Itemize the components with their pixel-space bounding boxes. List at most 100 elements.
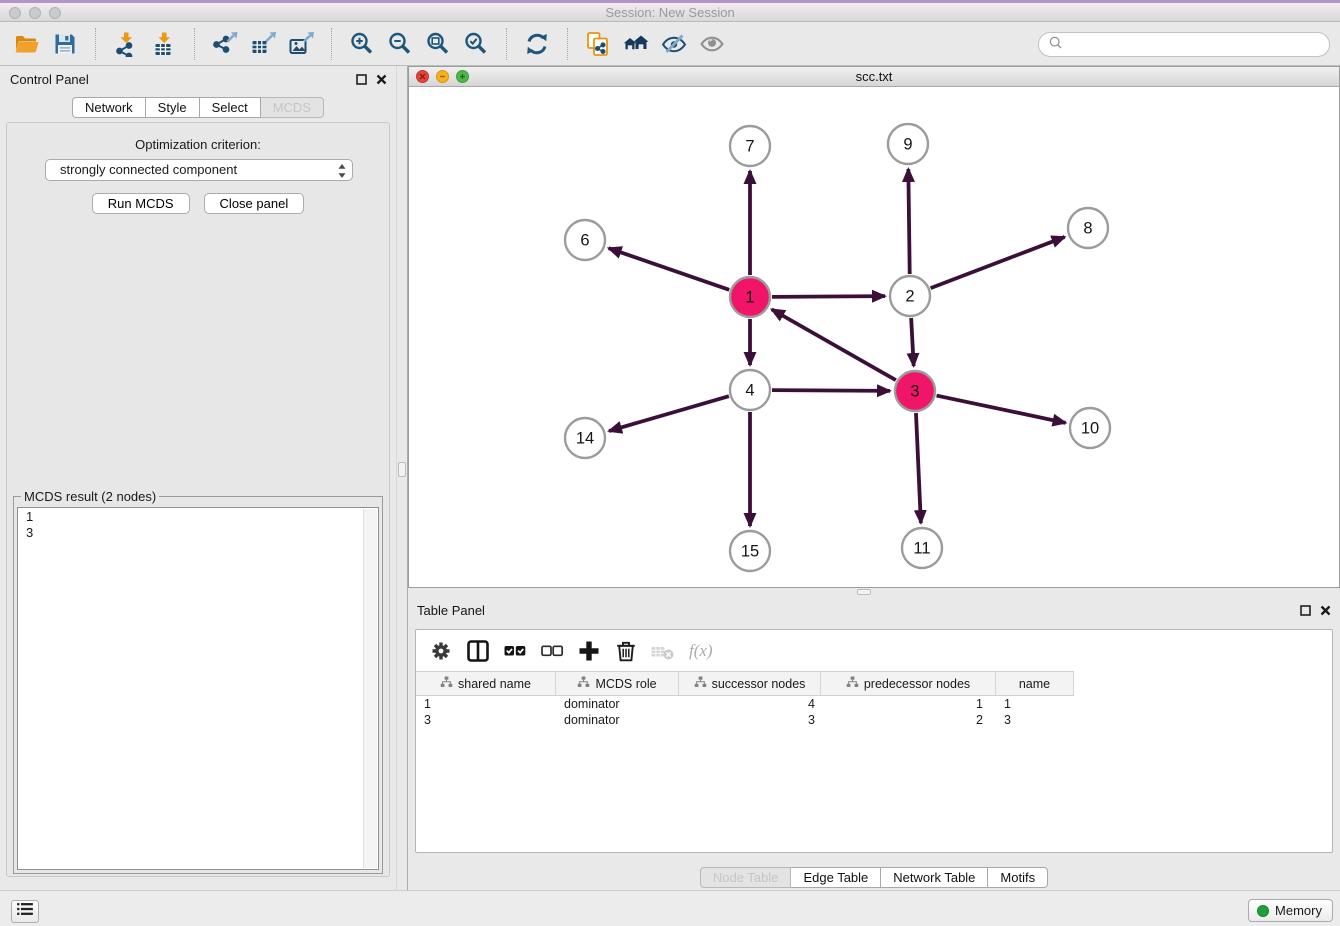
graph-node-10[interactable]: 10 (1070, 408, 1110, 448)
split-view-icon[interactable] (465, 638, 491, 664)
tab-style[interactable]: Style (146, 97, 200, 118)
app-title: Session: New Session (0, 5, 1340, 20)
network-minimize-button[interactable] (436, 70, 449, 83)
network-canvas[interactable]: 7 9 6 8 1 2 4 3 14 10 15 11 (409, 87, 1339, 587)
graph-edge-2-9[interactable] (908, 169, 909, 274)
task-history-button[interactable] (11, 900, 39, 923)
zoom-out-icon[interactable] (387, 31, 413, 57)
graph-node-label: 3 (910, 383, 919, 401)
graph-edge-2-3[interactable] (911, 318, 914, 366)
graph-node-8[interactable]: 8 (1068, 208, 1108, 248)
close-panel-icon[interactable] (375, 73, 388, 86)
graph-node-9[interactable]: 9 (888, 124, 928, 164)
table-tabs: Node TableEdge TableNetwork TableMotifs (408, 867, 1340, 888)
select-all-checkboxes-icon[interactable] (502, 638, 528, 664)
network-window-titlebar[interactable]: scc.txt (409, 67, 1339, 87)
export-network-icon[interactable] (212, 31, 238, 57)
table-cell[interactable]: 3 (679, 712, 821, 728)
table-cell[interactable]: 1 (821, 696, 996, 712)
tab-mcds[interactable]: MCDS (261, 97, 324, 118)
column-header-shared-name[interactable]: shared name (416, 672, 556, 695)
zoom-selected-icon[interactable] (463, 31, 489, 57)
apply-layout-icon[interactable] (524, 31, 550, 57)
graph-node-3[interactable]: 3 (895, 371, 935, 411)
import-network-icon[interactable] (113, 31, 139, 57)
graph-edge-3-1[interactable] (772, 309, 896, 380)
graph-node-7[interactable]: 7 (730, 126, 770, 166)
memory-button[interactable]: Memory (1248, 899, 1333, 922)
tab-network-table[interactable]: Network Table (881, 867, 988, 888)
vertical-splitter-grip[interactable] (398, 462, 406, 477)
column-settings-gear-icon[interactable] (428, 638, 454, 664)
export-table-icon[interactable] (250, 31, 276, 57)
table-cell[interactable]: 4 (679, 696, 821, 712)
column-header-predecessor-nodes[interactable]: predecessor nodes (821, 672, 996, 695)
graph-node-1[interactable]: 1 (730, 277, 770, 317)
graph-node-6[interactable]: 6 (565, 220, 605, 260)
select-arrows-icon (337, 163, 347, 179)
search-input[interactable] (1063, 36, 1329, 53)
network-close-button[interactable] (416, 70, 429, 83)
duplicate-network-icon[interactable] (585, 31, 611, 57)
table-cell[interactable]: dominator (556, 696, 679, 712)
deselect-all-checkboxes-icon[interactable] (539, 638, 565, 664)
graph-edge-4-14[interactable] (609, 396, 729, 431)
table-cell[interactable]: 1 (416, 696, 556, 712)
table-row[interactable]: 1dominator411 (416, 696, 1332, 712)
close-panel-button[interactable]: Close panel (204, 193, 305, 214)
table-cell[interactable]: 3 (996, 712, 1074, 728)
graph-edge-1-2[interactable] (772, 296, 885, 297)
zoom-in-icon[interactable] (349, 31, 375, 57)
save-session-icon[interactable] (52, 31, 78, 57)
vertical-splitter[interactable] (396, 66, 408, 890)
add-icon[interactable] (576, 638, 602, 664)
optimization-criterion-select[interactable]: strongly connected component (45, 159, 353, 181)
table-cell[interactable]: 2 (821, 712, 996, 728)
close-panel-icon[interactable] (1319, 604, 1332, 617)
tab-motifs[interactable]: Motifs (988, 867, 1048, 888)
graph-node-15[interactable]: 15 (730, 531, 770, 571)
network-graph[interactable]: 7 9 6 8 1 2 4 3 14 10 15 11 (409, 87, 1339, 587)
result-scrollbar[interactable] (363, 509, 377, 868)
graph-edge-1-6[interactable] (609, 248, 730, 290)
export-image-icon[interactable] (288, 31, 314, 57)
show-details-eye-icon[interactable] (699, 31, 725, 57)
delete-icon[interactable] (613, 638, 639, 664)
column-header-MCDS-role[interactable]: MCDS role (556, 672, 679, 695)
network-maximize-button[interactable] (456, 70, 469, 83)
table-cell[interactable]: 1 (996, 696, 1074, 712)
mcds-result-list[interactable]: 13 (17, 507, 379, 870)
network-window-title: scc.txt (409, 67, 1339, 86)
graph-edge-2-8[interactable] (931, 237, 1065, 288)
graph-node-11[interactable]: 11 (902, 528, 942, 568)
table-row[interactable]: 3dominator323 (416, 712, 1332, 728)
table-cell[interactable]: dominator (556, 712, 679, 728)
graph-node-14[interactable]: 14 (565, 418, 605, 458)
open-file-icon[interactable] (14, 31, 40, 57)
column-header-name[interactable]: name (996, 672, 1074, 695)
float-panel-icon[interactable] (355, 73, 368, 86)
optimization-criterion-value: strongly connected component (60, 162, 237, 177)
graph-edge-3-11[interactable] (916, 413, 921, 523)
column-header-successor-nodes[interactable]: successor nodes (679, 672, 821, 695)
run-mcds-button[interactable]: Run MCDS (92, 193, 190, 214)
horizontal-splitter-grip[interactable] (857, 589, 871, 595)
graph-edge-4-3[interactable] (772, 390, 890, 391)
table-cell[interactable]: 3 (416, 712, 556, 728)
horizontal-splitter[interactable] (408, 588, 1340, 597)
toggle-style-eye-icon[interactable] (661, 31, 687, 57)
search-box[interactable] (1038, 32, 1330, 57)
tab-network[interactable]: Network (72, 97, 146, 118)
graph-edge-3-10[interactable] (937, 396, 1066, 423)
status-bar: Memory (0, 890, 1340, 926)
network-home-icon[interactable] (623, 31, 649, 57)
graph-node-2[interactable]: 2 (890, 276, 930, 316)
float-panel-icon[interactable] (1299, 604, 1312, 617)
tab-node-table[interactable]: Node Table (700, 867, 792, 888)
graph-node-label: 6 (580, 232, 589, 250)
import-table-icon[interactable] (151, 31, 177, 57)
graph-node-4[interactable]: 4 (730, 370, 770, 410)
tab-edge-table[interactable]: Edge Table (791, 867, 881, 888)
tab-select[interactable]: Select (200, 97, 261, 118)
zoom-fit-icon[interactable] (425, 31, 451, 57)
